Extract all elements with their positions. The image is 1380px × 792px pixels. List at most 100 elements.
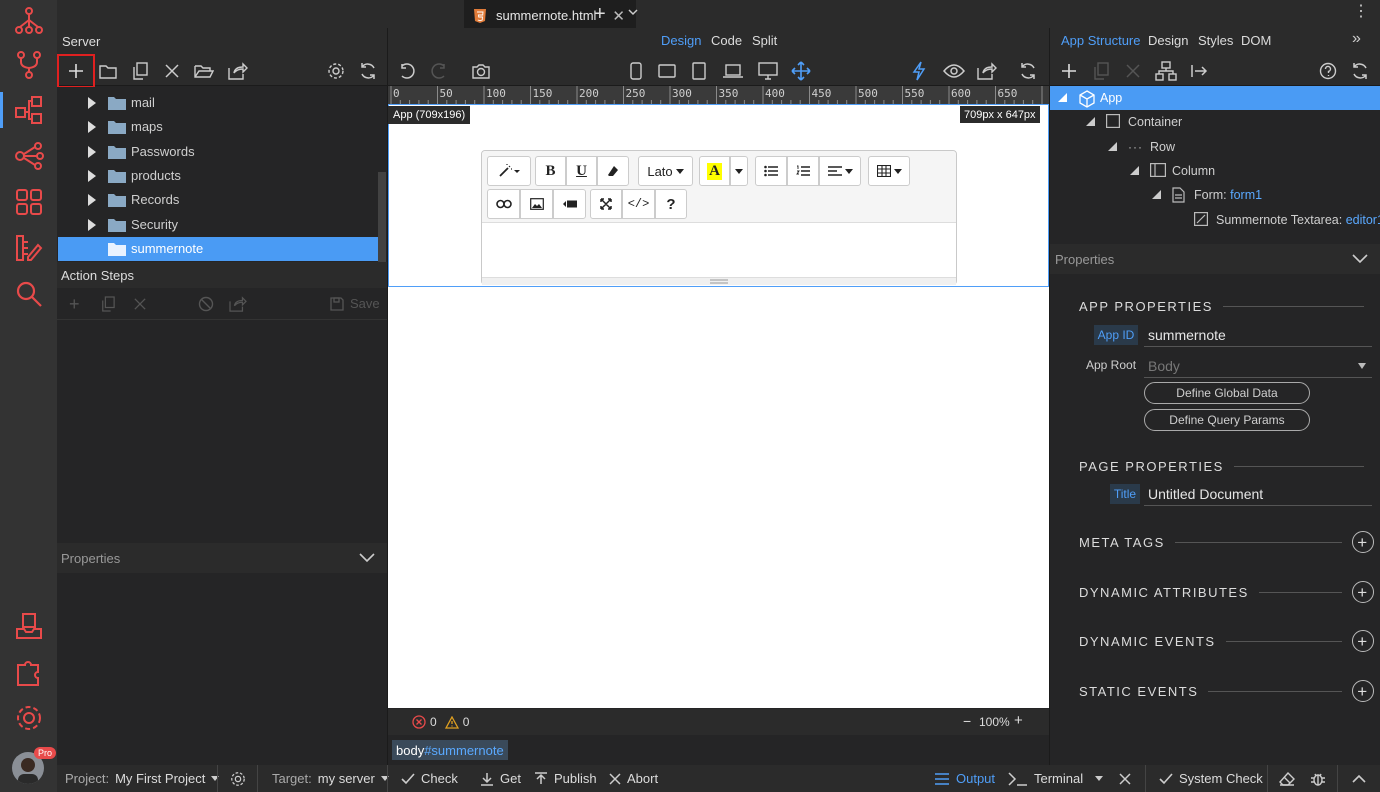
disable-icon[interactable] bbox=[197, 295, 215, 313]
close-tab-icon[interactable]: ✕ bbox=[612, 7, 625, 25]
tree-item[interactable]: Records bbox=[58, 188, 378, 212]
tree-expand-icon[interactable] bbox=[1058, 93, 1067, 102]
desktop-icon[interactable] bbox=[756, 60, 780, 82]
delete-step-icon[interactable] bbox=[131, 295, 149, 313]
add-static-event-icon[interactable]: + bbox=[1352, 680, 1374, 702]
add-step-icon[interactable]: + bbox=[69, 294, 80, 315]
left-properties-header[interactable]: Properties bbox=[57, 543, 387, 573]
right-properties-header[interactable]: Properties bbox=[1050, 244, 1380, 274]
share-export-icon[interactable] bbox=[975, 60, 999, 82]
view-design-tab[interactable]: Design bbox=[661, 33, 701, 48]
tab-app-structure[interactable]: App Structure bbox=[1061, 33, 1141, 48]
expand-arrow-icon[interactable] bbox=[88, 145, 96, 158]
add-icon[interactable] bbox=[65, 60, 87, 82]
add-dynamic-event-icon[interactable]: + bbox=[1352, 630, 1374, 652]
define-global-data-button[interactable]: Define Global Data bbox=[1144, 382, 1310, 404]
open-folder-icon[interactable] bbox=[193, 60, 215, 82]
view-code-tab[interactable]: Code bbox=[711, 33, 742, 48]
app-root-select[interactable]: Body bbox=[1144, 354, 1372, 378]
phone-icon[interactable] bbox=[625, 60, 647, 82]
get-button[interactable]: Get bbox=[480, 765, 521, 792]
save-button[interactable]: Save bbox=[330, 296, 380, 311]
editor-content-area[interactable] bbox=[482, 224, 956, 278]
move-to-end-icon[interactable] bbox=[1188, 60, 1210, 82]
tree-item[interactable]: mail bbox=[58, 91, 378, 115]
add-meta-tag-icon[interactable]: + bbox=[1352, 531, 1374, 553]
chevron-up-icon[interactable] bbox=[1352, 765, 1366, 792]
tree-item[interactable]: products bbox=[58, 164, 378, 188]
delete-component-icon[interactable] bbox=[1122, 60, 1144, 82]
abort-button[interactable]: Abort bbox=[609, 765, 658, 792]
redo-icon[interactable] bbox=[428, 60, 450, 82]
expand-arrow-icon[interactable] bbox=[88, 169, 96, 182]
inbox-icon[interactable] bbox=[12, 608, 46, 644]
refresh-structure-icon[interactable] bbox=[1349, 60, 1371, 82]
collapse-chevron-icon[interactable] bbox=[1352, 254, 1368, 264]
server-connect-icon[interactable] bbox=[12, 92, 46, 128]
git-icon[interactable] bbox=[12, 48, 46, 82]
structure-item[interactable]: Container bbox=[1050, 110, 1380, 134]
search-icon[interactable] bbox=[12, 276, 46, 312]
output-tab[interactable]: Output bbox=[934, 765, 995, 792]
tablet-icon[interactable] bbox=[688, 60, 710, 82]
settings-gear-icon[interactable] bbox=[12, 700, 46, 736]
zoom-out-button[interactable]: − bbox=[963, 713, 971, 729]
reload-icon[interactable] bbox=[1017, 60, 1039, 82]
picture-button[interactable] bbox=[520, 189, 553, 219]
refresh-icon[interactable] bbox=[357, 60, 379, 82]
components-icon[interactable] bbox=[12, 184, 46, 220]
summernote-editor[interactable]: B U Lato A </> ? bbox=[481, 150, 957, 285]
export-step-icon[interactable] bbox=[229, 295, 247, 313]
collapse-chevron-icon[interactable] bbox=[359, 553, 375, 563]
target-selector[interactable]: Target: my server bbox=[272, 765, 389, 792]
fullscreen-button[interactable] bbox=[590, 189, 622, 219]
tree-expand-icon[interactable] bbox=[1152, 190, 1161, 200]
close-panel-icon[interactable] bbox=[1119, 765, 1131, 792]
undo-icon[interactable] bbox=[396, 60, 418, 82]
settings-icon[interactable] bbox=[325, 60, 347, 82]
lightning-icon[interactable] bbox=[908, 60, 930, 82]
right-divider[interactable] bbox=[1049, 28, 1050, 765]
tab-summernote[interactable]: summernote.html ✕ bbox=[464, 0, 636, 31]
tree-expand-icon[interactable] bbox=[1108, 141, 1117, 151]
move-icon[interactable] bbox=[789, 60, 813, 82]
paragraph-align-button[interactable] bbox=[819, 156, 861, 186]
add-dynamic-attribute-icon[interactable]: + bbox=[1352, 581, 1374, 603]
tab-design[interactable]: Design bbox=[1148, 33, 1188, 48]
structure-item[interactable]: Form: form1 bbox=[1050, 183, 1380, 207]
structure-item[interactable]: App bbox=[1050, 86, 1380, 110]
expand-arrow-icon[interactable] bbox=[88, 97, 96, 109]
link-button[interactable] bbox=[487, 189, 520, 219]
more-menu-icon[interactable]: ⋮ bbox=[1353, 4, 1369, 20]
new-tab-icon[interactable]: + bbox=[594, 3, 606, 26]
editor-resize-bar[interactable] bbox=[482, 277, 956, 285]
zoom-in-button[interactable]: + bbox=[1014, 712, 1023, 729]
double-chevron-right-icon[interactable]: » bbox=[1352, 30, 1361, 48]
tree-item[interactable]: Passwords bbox=[58, 140, 378, 164]
tab-dom[interactable]: DOM bbox=[1241, 33, 1271, 48]
expand-arrow-icon[interactable] bbox=[88, 194, 96, 207]
page-title-input[interactable]: Untitled Document bbox=[1144, 482, 1372, 506]
magic-style-button[interactable] bbox=[487, 156, 531, 186]
clear-format-button[interactable] bbox=[597, 156, 629, 186]
structure-network-icon[interactable] bbox=[1154, 60, 1178, 82]
system-check-button[interactable]: System Check bbox=[1159, 765, 1263, 792]
define-query-params-button[interactable]: Define Query Params bbox=[1144, 409, 1310, 431]
project-selector[interactable]: Project: My First Project bbox=[65, 765, 220, 792]
table-button[interactable] bbox=[868, 156, 910, 186]
extension-icon[interactable] bbox=[12, 654, 46, 690]
error-count[interactable]: 0 0 bbox=[412, 715, 469, 729]
tree-expand-icon[interactable] bbox=[1086, 117, 1095, 127]
tree-item[interactable]: Security bbox=[58, 213, 378, 237]
design-edit-icon[interactable] bbox=[12, 230, 46, 266]
delete-icon[interactable] bbox=[161, 60, 183, 82]
video-button[interactable] bbox=[553, 189, 586, 219]
left-divider[interactable] bbox=[387, 28, 388, 765]
add-component-icon[interactable] bbox=[1058, 60, 1080, 82]
font-family-select[interactable]: Lato bbox=[638, 156, 693, 186]
help-button[interactable]: ? bbox=[655, 189, 687, 219]
app-connect-icon[interactable] bbox=[12, 4, 46, 38]
preview-eye-icon[interactable] bbox=[942, 60, 966, 82]
structure-item[interactable]: Column bbox=[1050, 159, 1380, 183]
text-color-dropdown[interactable] bbox=[730, 156, 748, 186]
